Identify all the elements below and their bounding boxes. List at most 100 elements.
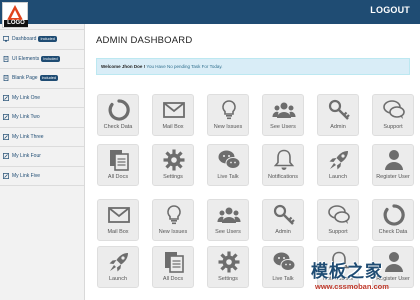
wechat-icon: [273, 252, 296, 271]
tile-label: Admin: [330, 124, 346, 130]
tile-check-data[interactable]: Check Data: [97, 94, 139, 136]
tile-label: Register User: [376, 174, 410, 180]
sidebar-item-dashboard[interactable]: Dashboard Included: [0, 30, 84, 50]
tile-new-issues[interactable]: New Issues: [152, 199, 194, 241]
sidebar-item-blank-page[interactable]: Blank Page Included: [0, 69, 84, 89]
circle-progress-icon: [383, 204, 405, 226]
link-icon: [3, 114, 9, 121]
tile-see-users[interactable]: See Users: [262, 94, 304, 136]
included-badge: Included: [38, 36, 57, 43]
tile-label: All Docs: [107, 174, 129, 180]
tile-all-docs[interactable]: All Docs: [152, 246, 194, 288]
tile-all-docs[interactable]: All Docs: [97, 144, 139, 186]
tile-label: Admin: [275, 229, 291, 235]
rocket-icon: [329, 151, 348, 170]
tile-label: See Users: [270, 124, 296, 130]
tile-mail-box[interactable]: Mail Box: [152, 94, 194, 136]
watermark: 模板之家 www.cssmoban.com: [301, 257, 420, 300]
tile-label: Check Data: [378, 229, 408, 235]
tile-label: Check Data: [103, 124, 133, 130]
tile-live-talk[interactable]: Live Talk: [207, 144, 249, 186]
document-icon: [3, 75, 9, 82]
watermark-title: 模板之家: [311, 262, 383, 281]
tile-live-talk[interactable]: Live Talk: [262, 246, 304, 288]
sidebar-item-label: My Link Three: [12, 133, 44, 140]
watermark-url: www.cssmoban.com: [315, 282, 389, 291]
lightbulb-icon: [167, 205, 181, 225]
sidebar-item-my-link-three[interactable]: My Link Three: [0, 128, 84, 147]
sidebar-item-my-link-two[interactable]: My Link Two: [0, 108, 84, 128]
chat-bubbles-icon: [383, 100, 405, 119]
circle-progress-icon: [108, 99, 130, 121]
wechat-icon: [218, 150, 241, 169]
tile-label: New Issues: [213, 124, 243, 130]
tile-label: Live Talk: [217, 174, 239, 180]
page-title: ADMIN DASHBOARD: [96, 35, 193, 46]
tile-settings[interactable]: Settings: [152, 144, 194, 186]
tile-admin[interactable]: Admin: [317, 94, 359, 136]
documents-icon: [165, 252, 184, 273]
sidebar-item-my-link-four[interactable]: My Link Four: [0, 147, 84, 167]
link-icon: [3, 94, 9, 101]
logo[interactable]: LOGO: [2, 2, 28, 28]
tile-notifications[interactable]: Notifications: [262, 144, 304, 186]
tile-label: Mail Box: [162, 124, 184, 130]
monitor-icon: [3, 36, 9, 42]
tile-label: Settings: [218, 276, 238, 282]
tile-label: Launch: [108, 276, 128, 282]
tile-check-data[interactable]: Check Data: [372, 199, 414, 241]
key-icon: [273, 204, 295, 225]
logout-link[interactable]: LOGOUT: [370, 5, 410, 15]
included-badge: Included: [39, 75, 58, 82]
welcome-name: Welcome Jhon Doe !: [101, 64, 146, 69]
tile-launch[interactable]: Launch: [97, 246, 139, 288]
users-icon: [272, 102, 296, 118]
tile-support[interactable]: Support: [317, 199, 359, 241]
sidebar-item-label: UI Elements: [12, 55, 40, 62]
welcome-alert: Welcome Jhon Doe ! You Have No pending T…: [96, 58, 410, 75]
tile-label: See Users: [215, 229, 241, 235]
user-icon: [385, 150, 403, 170]
lightbulb-icon: [222, 100, 236, 120]
link-icon: [3, 133, 9, 140]
tile-label: Launch: [328, 174, 348, 180]
top-navbar: LOGOUT: [0, 0, 420, 24]
link-icon: [3, 172, 9, 179]
sidebar-item-my-link-five[interactable]: My Link Five: [0, 167, 84, 186]
logo-triangle-icon: [7, 5, 23, 20]
tile-admin[interactable]: Admin: [262, 199, 304, 241]
tile-label: All Docs: [162, 276, 184, 282]
tile-label: Mail Box: [107, 229, 129, 235]
tile-see-users[interactable]: See Users: [207, 199, 249, 241]
tile-label: Settings: [163, 174, 183, 180]
gear-icon: [163, 149, 185, 171]
key-icon: [328, 99, 350, 120]
sidebar-item-label: Blank Page: [12, 75, 38, 82]
link-icon: [3, 153, 9, 160]
chat-bubbles-icon: [328, 205, 350, 224]
tile-label: New Issues: [158, 229, 188, 235]
bell-icon: [273, 149, 295, 170]
sidebar-item-ui-elements[interactable]: UI Elements Included: [0, 50, 84, 69]
rocket-icon: [109, 253, 128, 272]
sidebar: Dashboard Included UI Elements Included …: [0, 24, 85, 300]
welcome-message: You Have No pending Task For Today.: [146, 64, 223, 69]
sidebar-item-label: My Link One: [12, 94, 41, 101]
tile-support[interactable]: Support: [372, 94, 414, 136]
tile-mail-box[interactable]: Mail Box: [97, 199, 139, 241]
tile-label: Support: [383, 124, 403, 130]
tile-register-user[interactable]: Register User: [372, 144, 414, 186]
tile-new-issues[interactable]: New Issues: [207, 94, 249, 136]
logo-text: LOGO: [4, 20, 28, 27]
sidebar-item-my-link-one[interactable]: My Link One: [0, 89, 84, 108]
tile-launch[interactable]: Launch: [317, 144, 359, 186]
gear-icon: [218, 251, 240, 273]
document-icon: [3, 55, 9, 62]
users-icon: [217, 207, 241, 223]
tile-settings[interactable]: Settings: [207, 246, 249, 288]
tile-label: Support: [328, 229, 348, 235]
documents-icon: [110, 150, 129, 171]
sidebar-item-label: My Link Four: [12, 153, 41, 160]
envelope-icon: [108, 207, 130, 223]
tile-label: Live Talk: [272, 276, 294, 282]
